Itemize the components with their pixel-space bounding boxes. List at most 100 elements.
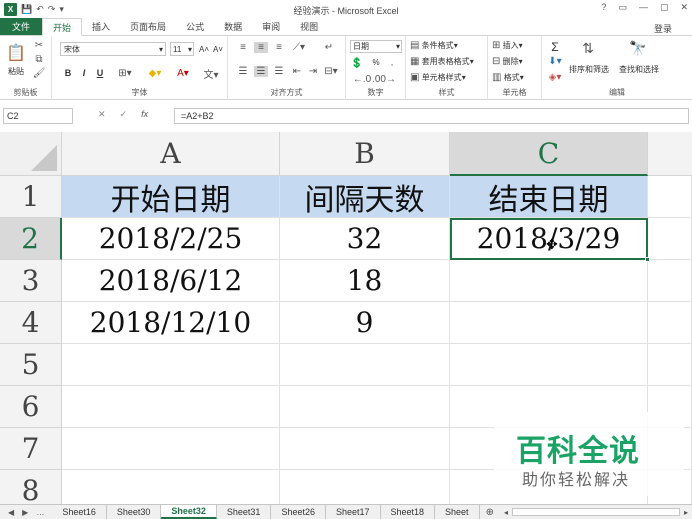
cell-b1[interactable]: 间隔天数 (280, 176, 450, 218)
paste-icon[interactable]: 📋 (4, 42, 28, 64)
cell-d4[interactable] (648, 302, 692, 344)
fill-color-icon[interactable]: ◆▾ (144, 66, 166, 80)
cell-d1[interactable] (648, 176, 692, 218)
number-format-select[interactable]: 日期 ▾ (350, 40, 402, 53)
cell-c4[interactable] (450, 302, 648, 344)
cell-d3[interactable] (648, 260, 692, 302)
cell-b6[interactable] (280, 386, 450, 428)
cell-a4[interactable]: 2018/12/10 (62, 302, 280, 344)
maximize-icon[interactable]: ▢ (660, 2, 669, 13)
cut-icon[interactable]: ✂ (32, 40, 46, 51)
sheet-tab-active[interactable]: Sheet32 (161, 505, 217, 519)
help-icon[interactable]: ? (601, 2, 606, 13)
redo-icon[interactable]: ↷ (48, 4, 56, 15)
prev-sheet-icon[interactable]: ◀ (8, 508, 14, 517)
row-header[interactable]: 7 (0, 428, 62, 470)
horizontal-scrollbar[interactable]: ◂ ▸ (500, 505, 692, 519)
tab-file[interactable]: 文件 (0, 18, 43, 35)
phonetic-icon[interactable]: 文▾ (200, 66, 222, 81)
format-as-table-button[interactable]: ▦ 套用表格格式 ▾ (410, 56, 486, 67)
cell-c3[interactable] (450, 260, 648, 302)
insert-cells-button[interactable]: ⊞ 插入 ▾ (492, 40, 538, 51)
autosum-button[interactable]: Σ (546, 40, 564, 54)
cell-a8[interactable] (62, 470, 280, 504)
currency-icon[interactable]: 💲 (350, 58, 364, 69)
cell-d2[interactable] (648, 218, 692, 260)
cell-a6[interactable] (62, 386, 280, 428)
close-icon[interactable]: ✕ (680, 2, 688, 13)
borders-icon[interactable]: ⊞▾ (114, 66, 136, 80)
tab-data[interactable]: 数据 (214, 18, 252, 35)
cell-a2[interactable]: 2018/2/25 (62, 218, 280, 260)
conditional-format-button[interactable]: ▤ 条件格式 ▾ (410, 40, 486, 51)
enter-icon[interactable]: ✓ (120, 109, 128, 120)
next-sheet-icon[interactable]: ▶ (22, 508, 28, 517)
fill-handle[interactable] (645, 257, 650, 262)
tab-home[interactable]: 开始 (42, 18, 83, 36)
shrink-font-button[interactable]: A˅ (212, 42, 224, 56)
merge-center-icon[interactable]: ⊟▾ (322, 66, 340, 77)
scroll-thumb[interactable] (511, 508, 680, 516)
copy-icon[interactable]: ⧉ (32, 54, 46, 65)
login-link[interactable]: 登录 (654, 22, 672, 35)
row-header[interactable]: 6 (0, 386, 62, 428)
row-header[interactable]: 5 (0, 344, 62, 386)
cell-styles-button[interactable]: ▣ 单元格样式 ▾ (410, 72, 486, 83)
paste-label[interactable]: 粘贴 (4, 66, 28, 77)
tab-view[interactable]: 视图 (290, 18, 328, 35)
cancel-icon[interactable]: ✕ (98, 109, 106, 120)
italic-button[interactable]: I (78, 66, 90, 80)
align-top-icon[interactable]: ≡ (236, 42, 250, 53)
binoculars-icon[interactable]: 🔭 (628, 40, 648, 57)
cell-c5[interactable] (450, 344, 648, 386)
percent-button[interactable]: % (370, 58, 382, 67)
column-header-a[interactable]: A (62, 132, 280, 176)
cell-d5[interactable] (648, 344, 692, 386)
ribbon-display-icon[interactable]: ▭ (618, 2, 627, 13)
decrease-indent-icon[interactable]: ⇤ (290, 66, 304, 77)
row-header[interactable]: 2 (0, 218, 62, 260)
tab-formulas[interactable]: 公式 (176, 18, 214, 35)
cell-b7[interactable] (280, 428, 450, 470)
column-header-c[interactable]: C (450, 132, 648, 176)
cell-b2[interactable]: 32 (280, 218, 450, 260)
sheet-tab[interactable]: Sheet (435, 505, 480, 519)
scroll-left-icon[interactable]: ◂ (504, 508, 508, 517)
row-header[interactable]: 4 (0, 302, 62, 344)
grow-font-button[interactable]: A˄ (198, 42, 210, 56)
sort-filter-label[interactable]: 排序和筛选 (566, 64, 612, 75)
sheet-tab[interactable]: Sheet17 (326, 505, 381, 519)
find-select-label[interactable]: 查找和选择 (614, 64, 664, 75)
customize-qat-icon[interactable]: ▾ (59, 4, 64, 15)
orientation-icon[interactable]: ⟋▾ (290, 42, 308, 53)
align-center-icon[interactable]: ☰ (254, 66, 268, 77)
column-header-d[interactable] (648, 132, 692, 176)
cell-a5[interactable] (62, 344, 280, 386)
cell-c1[interactable]: 结束日期 (450, 176, 648, 218)
align-middle-icon[interactable]: ≡ (254, 42, 268, 53)
fill-icon[interactable]: ⬇▾ (546, 56, 564, 67)
cell-b5[interactable] (280, 344, 450, 386)
font-color-icon[interactable]: A▾ (172, 66, 194, 80)
font-size-select[interactable]: 11 ▾ (170, 42, 194, 56)
insert-function-icon[interactable]: fx (141, 109, 148, 120)
tab-page-layout[interactable]: 页面布局 (120, 18, 176, 35)
underline-button[interactable]: U (94, 66, 106, 80)
cell-a7[interactable] (62, 428, 280, 470)
decrease-decimal-icon[interactable]: .00→ (372, 74, 396, 85)
sheet-tab[interactable]: Sheet16 (52, 505, 107, 519)
row-header[interactable]: 8 (0, 470, 62, 504)
sheet-tab[interactable]: Sheet30 (107, 505, 162, 519)
formula-input[interactable]: =A2+B2 (174, 108, 689, 124)
format-painter-icon[interactable]: 🖌 (32, 68, 46, 79)
cell-b8[interactable] (280, 470, 450, 504)
delete-cells-button[interactable]: ⊟ 删除 ▾ (492, 56, 538, 67)
align-bottom-icon[interactable]: ≡ (272, 42, 286, 53)
undo-icon[interactable]: ↶ (36, 4, 44, 15)
format-cells-button[interactable]: ▥ 格式 ▾ (492, 72, 538, 83)
column-header-b[interactable]: B (280, 132, 450, 176)
comma-button[interactable]: , (386, 58, 398, 67)
sort-filter-icon[interactable]: ⇅ (578, 40, 598, 57)
sheet-tab[interactable]: Sheet18 (381, 505, 436, 519)
increase-indent-icon[interactable]: ⇥ (306, 66, 320, 77)
